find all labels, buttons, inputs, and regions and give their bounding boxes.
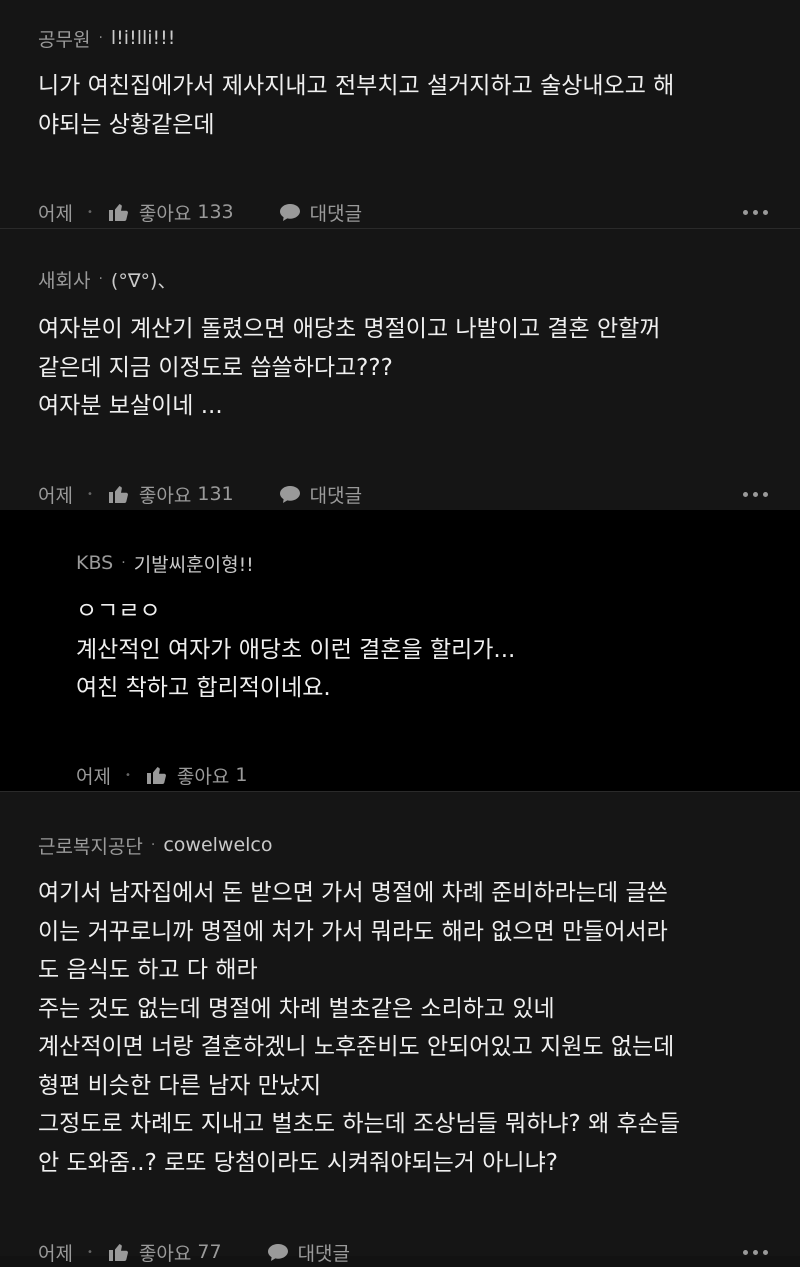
- timestamp: 어제: [76, 765, 111, 788]
- comment-item: 새회사 · (°∇°)、 여자분이 계산기 돌렸으면 애당초 명절이고 나발이고…: [0, 229, 800, 510]
- separator-dot: •: [86, 206, 93, 218]
- comment-body: 여자분이 계산기 돌렸으면 애당초 명절이고 나발이고 결혼 안할꺼 같은데 지…: [38, 310, 661, 426]
- thumbs-up-icon: [145, 763, 169, 787]
- comment-line: 여기서 남자집에서 돈 받으면 가서 명절에 차례 준비하라는데 글쓴: [38, 880, 668, 906]
- reply-header: KBS · 기발씨훈이형!!: [76, 550, 254, 576]
- comment-line: 형편 비슷한 다른 남자 만났지: [38, 1072, 322, 1099]
- comment-line: 계산적이면 너랑 결혼하겠니 노후준비도 안되어있고 지원도 없는데: [38, 1034, 675, 1060]
- company-label: 새회사: [38, 269, 91, 292]
- more-options-icon[interactable]: [743, 491, 768, 497]
- separator-dot: •: [124, 769, 131, 781]
- timestamp: 어제: [38, 484, 73, 507]
- separator-dot: ·: [98, 271, 103, 287]
- company-label: 근로복지공단: [38, 835, 143, 858]
- comment-item: 공무원 · l!i!lli!!! 니가 여친집에가서 제사지내고 전부치고 설거…: [0, 0, 800, 228]
- reply-label: 대댓글: [309, 484, 363, 507]
- like-label: 좋아요: [176, 765, 230, 788]
- comment-body: 니가 여친집에가서 제사지내고 전부치고 설거지하고 술상내오고 해 야되는 상…: [38, 67, 674, 144]
- speech-bubble-icon: [278, 482, 302, 506]
- reply-label: 대댓글: [297, 1242, 351, 1265]
- comment-item: 근로복지공단 · cowelwelco 여기서 남자집에서 돈 받으면 가서 명…: [0, 792, 800, 1265]
- nickname[interactable]: l!i!lli!!!: [111, 27, 175, 49]
- more-options-icon[interactable]: [743, 209, 768, 215]
- reply-button[interactable]: 대댓글: [266, 1239, 350, 1266]
- reply-footer: 어제 • 좋아요 1: [76, 760, 247, 790]
- separator-dot: ·: [121, 555, 126, 571]
- reply-body: ㅇㄱㄹㅇ 계산적인 여자가 애당초 이런 결혼을 할리가... 여친 착하고 합…: [76, 592, 515, 708]
- separator-dot: ·: [98, 30, 103, 46]
- comment-body: 여기서 남자집에서 돈 받으면 가서 명절에 차례 준비하라는데 글쓴 이는 거…: [38, 874, 680, 1182]
- comment-header: 근로복지공단 · cowelwelco: [38, 832, 273, 858]
- nickname[interactable]: 기발씨훈이형!!: [134, 550, 254, 577]
- comment-line: 여자분이 계산기 돌렸으면 애당초 명절이고 나발이고 결혼 안할꺼: [38, 316, 661, 342]
- reply-button[interactable]: 대댓글: [278, 199, 362, 226]
- separator-dot: ·: [150, 837, 156, 853]
- more-options-icon[interactable]: [743, 1249, 768, 1255]
- speech-bubble-icon: [278, 200, 302, 224]
- like-count: 131: [197, 483, 234, 505]
- reply-item: KBS · 기발씨훈이형!! ㅇㄱㄹㅇ 계산적인 여자가 애당초 이런 결혼을 …: [0, 510, 800, 791]
- like-count: 77: [197, 1241, 222, 1263]
- comment-line: 도 음식도 하고 다 해라: [38, 957, 258, 983]
- thumbs-up-icon: [107, 1240, 131, 1264]
- separator-dot: •: [86, 488, 93, 500]
- comment-footer: 어제 • 좋아요 77 대댓글: [38, 1237, 768, 1267]
- like-label: 좋아요: [138, 484, 192, 507]
- timestamp: 어제: [38, 1242, 73, 1265]
- timestamp: 어제: [38, 202, 73, 225]
- comment-line: 주는 것도 없는데 명절에 차례 벌초같은 소리하고 있네: [38, 995, 555, 1022]
- comment-header: 공무원 · l!i!lli!!!: [38, 25, 175, 51]
- company-label: KBS: [76, 552, 114, 574]
- comment-line: 안 도와줌..? 로또 당첨이라도 시켜줘야되는거 아니냐?: [38, 1149, 558, 1176]
- like-count: 133: [197, 201, 234, 223]
- like-label: 좋아요: [138, 1242, 192, 1265]
- like-button[interactable]: 좋아요 131: [107, 481, 234, 508]
- like-button[interactable]: 좋아요 133: [107, 199, 234, 226]
- like-count: 1: [235, 764, 248, 786]
- reply-label: 대댓글: [309, 202, 363, 225]
- comment-line: 여자분 보살이네 ...: [38, 393, 223, 419]
- thumbs-up-icon: [107, 482, 131, 506]
- comment-line: 야되는 상황같은데: [38, 111, 215, 138]
- nickname[interactable]: cowelwelco: [163, 834, 272, 856]
- speech-bubble-icon: [266, 1240, 290, 1264]
- like-button[interactable]: 좋아요 77: [107, 1239, 222, 1266]
- comment-footer: 어제 • 좋아요 131 대댓글: [38, 479, 768, 509]
- reply-button[interactable]: 대댓글: [278, 481, 362, 508]
- comment-header: 새회사 · (°∇°)、: [38, 266, 176, 292]
- reply-line: ㅇㄱㄹㅇ: [76, 598, 161, 624]
- comment-line: 그정도로 차례도 지내고 벌초도 하는데 조상님들 뭐하냐? 왜 후손들: [38, 1111, 681, 1137]
- comment-footer: 어제 • 좋아요 133 대댓글: [38, 197, 768, 227]
- reply-line: 여친 착하고 합리적이네요.: [76, 675, 331, 701]
- company-label: 공무원: [38, 28, 91, 51]
- comment-line: 같은데 지금 이정도로 씁쓸하다고???: [38, 354, 393, 381]
- like-button[interactable]: 좋아요 1: [145, 762, 248, 789]
- reply-line: 계산적인 여자가 애당초 이런 결혼을 할리가...: [76, 636, 516, 663]
- like-label: 좋아요: [138, 202, 192, 225]
- comment-line: 니가 여친집에가서 제사지내고 전부치고 설거지하고 술상내오고 해: [38, 73, 675, 99]
- thumbs-up-icon: [107, 200, 131, 224]
- comment-line: 이는 거꾸로니까 명절에 처가 가서 뭐라도 해라 없으면 만들어서라: [38, 918, 668, 945]
- nickname[interactable]: (°∇°)、: [111, 266, 177, 293]
